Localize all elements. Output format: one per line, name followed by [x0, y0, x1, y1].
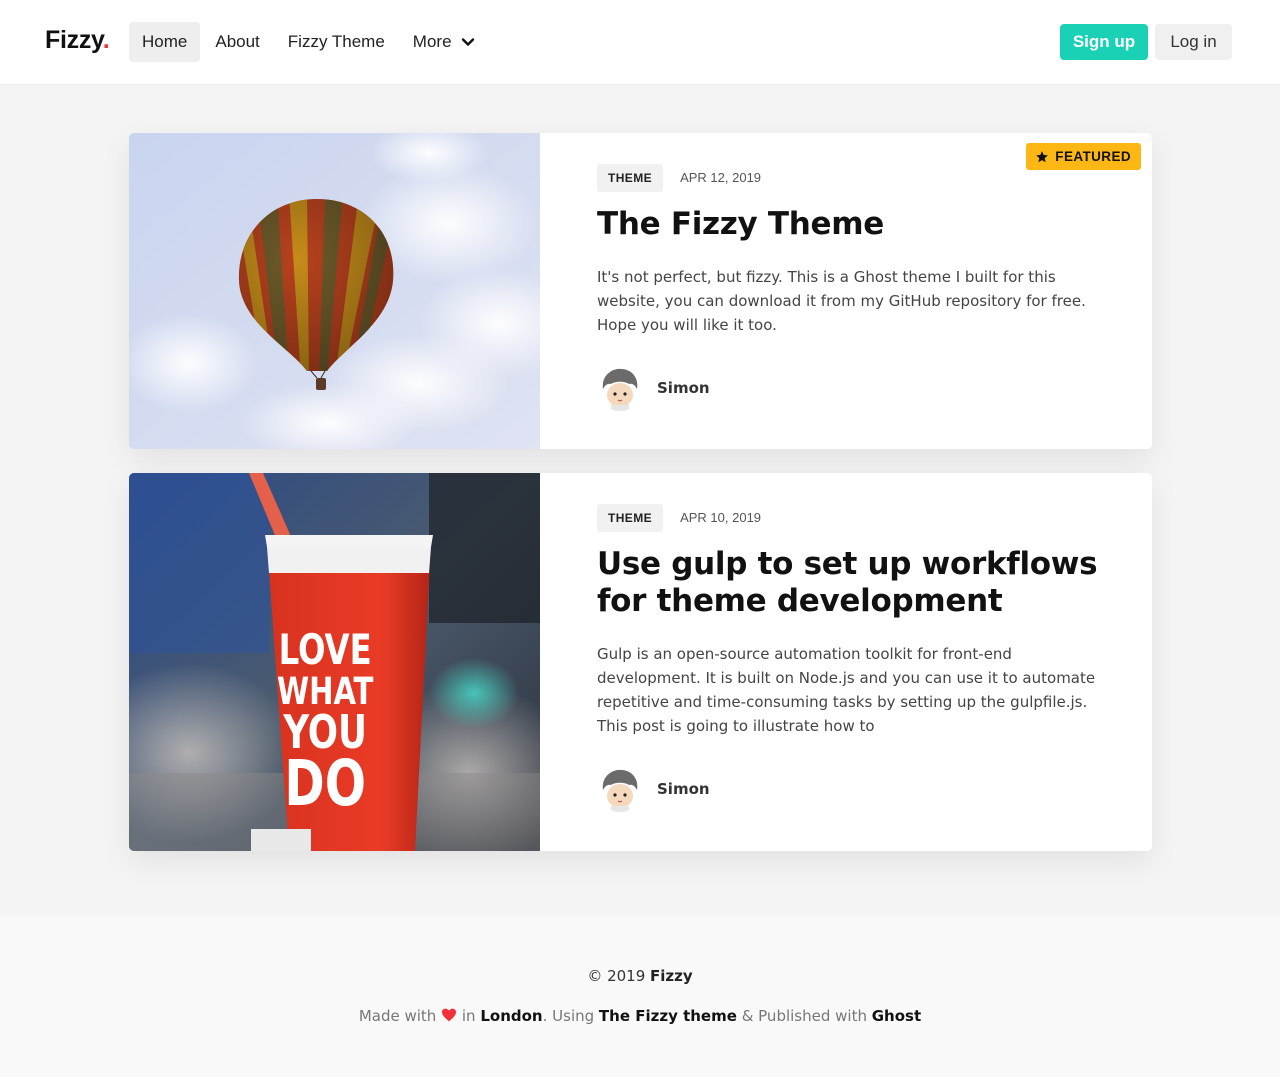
logo-dot: .: [102, 26, 110, 54]
post-title[interactable]: The Fizzy Theme: [597, 206, 1116, 243]
published-text: & Published with: [741, 1007, 867, 1025]
nav-home[interactable]: Home: [129, 22, 201, 62]
post-image-cup[interactable]: LOVE WHAT YOU DO: [129, 473, 540, 851]
post-image-balloon[interactable]: [129, 133, 540, 449]
featured-label: FEATURED: [1055, 149, 1131, 164]
post-body: THEME APR 12, 2019 The Fizzy Theme It's …: [597, 164, 1116, 411]
post-date: APR 10, 2019: [680, 510, 762, 525]
avatar-illustration: [597, 365, 643, 411]
nav-home-label: Home: [142, 32, 188, 51]
using-text: . Using: [542, 1007, 595, 1025]
site-footer: © 2019 Fizzy Made with in London. Using …: [0, 916, 1280, 1077]
made-with-line: Made with in London. Using The Fizzy the…: [0, 1007, 1280, 1025]
author-name[interactable]: Simon: [657, 379, 710, 397]
post-excerpt: Gulp is an open-source automation toolki…: [597, 645, 1096, 735]
post-tag[interactable]: THEME: [597, 164, 663, 192]
post-author[interactable]: Simon: [597, 365, 1116, 411]
chevron-down-icon: [461, 38, 474, 46]
in-text: in: [461, 1007, 476, 1025]
nav-more[interactable]: More: [400, 22, 488, 62]
hot-air-balloon-image: [129, 133, 540, 449]
post-card[interactable]: FEATURED THEME APR 12, 2019 The Fizzy Th…: [129, 133, 1152, 449]
logo-text: Fizzy: [45, 26, 103, 54]
copyright-prefix: © 2019: [587, 967, 646, 985]
login-button[interactable]: Log in: [1155, 24, 1232, 60]
nav-about[interactable]: About: [202, 22, 272, 62]
red-cup-image: LOVE WHAT YOU DO: [129, 473, 540, 851]
cup-text: LOVE WHAT YOU DO: [277, 627, 374, 820]
author-avatar[interactable]: [597, 766, 643, 812]
copyright: © 2019 Fizzy: [0, 967, 1280, 985]
avatar-illustration: [597, 766, 643, 812]
svg-text:LOVE: LOVE: [279, 627, 372, 675]
star-icon: [1036, 150, 1049, 162]
nav-fizzy-theme-label: Fizzy Theme: [287, 32, 385, 51]
post-body: THEME APR 10, 2019 Use gulp to set up wo…: [597, 504, 1116, 812]
author-name[interactable]: Simon: [657, 780, 710, 798]
author-avatar[interactable]: [597, 365, 643, 411]
city-name: London: [480, 1007, 543, 1025]
site-logo[interactable]: Fizzy.: [45, 26, 110, 55]
signup-button[interactable]: Sign up: [1060, 24, 1148, 60]
made-with-text: Made with: [358, 1007, 437, 1025]
copyright-brand[interactable]: Fizzy: [650, 967, 693, 985]
nav-about-label: About: [215, 32, 260, 51]
post-tag[interactable]: THEME: [597, 504, 663, 532]
nav-fizzy-theme[interactable]: Fizzy Theme: [275, 22, 398, 62]
post-author[interactable]: Simon: [597, 766, 1116, 812]
post-card[interactable]: LOVE WHAT YOU DO THEME APR 10, 2019 Use …: [129, 473, 1152, 851]
heart-icon: [442, 1008, 457, 1022]
ghost-link[interactable]: Ghost: [872, 1007, 921, 1025]
post-excerpt: It's not perfect, but fizzy. This is a G…: [597, 268, 1086, 334]
main-nav: Home About Fizzy Theme More: [129, 22, 490, 62]
post-date: APR 12, 2019: [680, 170, 762, 185]
fizzy-theme-link[interactable]: The Fizzy theme: [599, 1007, 737, 1025]
nav-more-label: More: [412, 32, 452, 51]
post-title[interactable]: Use gulp to set up workflows for theme d…: [597, 546, 1116, 620]
site-header: Fizzy. Home About Fizzy Theme More Sign …: [0, 0, 1280, 85]
svg-text:DO: DO: [284, 747, 366, 820]
